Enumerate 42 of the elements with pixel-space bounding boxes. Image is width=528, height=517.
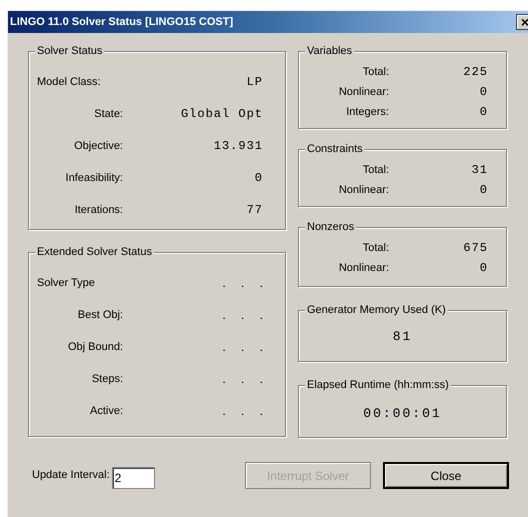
field-label: Best Obj: [76,308,123,323]
field-label: Steps: [90,372,123,387]
window-title: LINGO 11.0 Solver Status [LINGO15 COST] [10,14,234,30]
field-label: Objective: [73,138,123,154]
field-value: . . . [221,403,263,420]
field-label: Nonlinear: [338,260,389,276]
field-label: Total: [362,240,389,256]
field-label: Integers: [345,104,389,120]
field-label: Active: [88,404,123,419]
group-title: Elapsed Runtime (hh:mm:ss) [305,377,451,393]
update-interval-label: Update Interval: [32,468,110,484]
field-value: 675 [462,240,488,257]
field-value: 0 [478,182,488,199]
field-value: Global Opt [180,106,263,123]
field-value: 0 [254,170,263,187]
field-value: 0 [478,260,488,277]
field-value: . . . [221,371,263,388]
field-value: 225 [462,64,488,81]
update-interval-field[interactable]: 2 [112,466,155,488]
field-label: Total: [362,162,389,178]
field-value: 13.931 [212,138,263,155]
field-label: Obj Bound: [66,340,123,355]
field-label: Nonlinear: [338,182,389,198]
field-value: . . . [221,275,263,292]
group-title: Generator Memory Used (K) [305,302,448,318]
field-value: 0 [478,84,488,101]
dialog-button[interactable]: Close [383,462,509,489]
field-label: Iterations: [74,202,123,218]
field-label: Solver Type [37,276,96,291]
field-value: . . . [221,339,263,356]
field-value: . . . [221,307,263,324]
field-value: 31 [470,162,488,179]
field-value: LP [246,74,263,91]
field-label: Nonlinear: [338,84,389,100]
runtime-value: 00:00:01 [363,405,442,423]
field-value: 77 [246,202,263,219]
field-label: State: [93,106,123,122]
field-value: 0 [478,104,488,121]
field-label: Model Class: [37,74,102,90]
field-label: Total: [362,64,389,80]
memory-value: 81 [392,328,412,346]
field-label: Infeasibility: [64,170,123,186]
